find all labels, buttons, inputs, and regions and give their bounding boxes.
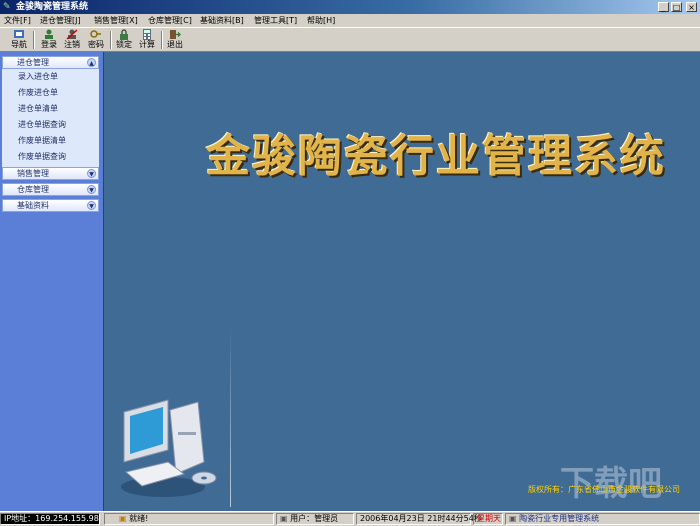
sidebar-item-inbound-list[interactable]: 进仓单清单 xyxy=(18,104,58,114)
lock-icon xyxy=(120,29,128,40)
status-user: ▣ 用户：管理员 xyxy=(276,513,354,525)
status-ready: ▣ 就绪! xyxy=(104,513,274,525)
logout-user-icon xyxy=(66,29,78,40)
toolbar: 导航 登录 注销 密码 锁定 计算 退出 xyxy=(0,27,700,52)
menu-inbound[interactable]: 进仓管理[J] xyxy=(40,15,81,26)
sidebar-item-void-list[interactable]: 作废单据清单 xyxy=(18,136,66,146)
sidebar-group-inbound-items: 录入进仓单 作废进仓单 进仓单清单 进仓单据查询 作废单据清单 作废单据查询 xyxy=(2,69,99,167)
status-product: ▣ 陶瓷行业专用管理系统 xyxy=(505,513,700,525)
sidebar-group-label: 销售管理 xyxy=(17,169,49,178)
toolbar-label: 导航 xyxy=(11,40,27,49)
system-heading: 金骏陶瓷行业管理系统 xyxy=(206,131,666,182)
status-datetime: 2006年04月23日 21时44分54秒 xyxy=(356,513,482,525)
sidebar-item-enter-inbound[interactable]: 录入进仓单 xyxy=(18,72,58,82)
toolbar-separator xyxy=(110,31,112,49)
sidebar-group-label: 进仓管理 xyxy=(17,58,49,67)
toolbar-label: 注销 xyxy=(64,40,80,49)
menu-file[interactable]: 文件[F] xyxy=(4,15,31,26)
chevron-down-icon[interactable]: ▼ xyxy=(87,169,96,178)
minimize-button[interactable]: _ xyxy=(658,2,669,12)
toolbar-label: 登录 xyxy=(41,40,57,49)
sidebar-item-void-query[interactable]: 作废单据查询 xyxy=(18,152,66,162)
menu-tools[interactable]: 管理工具[T] xyxy=(254,15,297,26)
sidebar: 进仓管理 ▲ 录入进仓单 作废进仓单 进仓单清单 进仓单据查询 作废单据清单 作… xyxy=(0,52,104,511)
toolbar-separator xyxy=(161,31,163,49)
menu-sales[interactable]: 销售管理[X] xyxy=(94,15,138,26)
toolbar-logout-button[interactable]: 注销 xyxy=(61,29,83,51)
menu-basic-data[interactable]: 基础资料[B] xyxy=(200,15,244,26)
status-ip: IP地址：169.254.155.98 xyxy=(0,513,100,525)
toolbar-label: 锁定 xyxy=(116,40,132,49)
computer-illustration xyxy=(121,399,217,497)
status-product-text: 陶瓷行业专用管理系统 xyxy=(519,514,600,523)
main-workspace: 金骏陶瓷行业管理系统 下载吧 版权所有：广东省佛山市金骏软件有限公司 xyxy=(104,52,700,511)
sidebar-group-basic-data[interactable]: 基础资料 ▼ xyxy=(2,199,99,212)
password-icon xyxy=(90,30,101,38)
status-weekday: 星期天 xyxy=(473,513,503,525)
watermark-logo: 下载吧 xyxy=(560,464,662,504)
sidebar-group-sales[interactable]: 销售管理 ▼ xyxy=(2,167,99,180)
menu-warehouse[interactable]: 仓库管理[C] xyxy=(148,15,192,26)
decorative-line xyxy=(230,327,231,507)
window-title: 金骏陶瓷管理系统 xyxy=(16,2,89,12)
toolbar-label: 密码 xyxy=(88,40,104,49)
status-ready-text: 就绪! xyxy=(129,514,149,523)
sidebar-item-void-inbound[interactable]: 作废进仓单 xyxy=(18,88,58,98)
status-icon: ▣ xyxy=(119,514,130,523)
status-user-text: 用户：管理员 xyxy=(290,514,339,523)
chevron-up-icon[interactable]: ▲ xyxy=(87,58,96,67)
sidebar-group-label: 基础资料 xyxy=(17,201,49,210)
sidebar-item-inbound-query[interactable]: 进仓单据查询 xyxy=(18,120,66,130)
calculator-icon xyxy=(143,29,151,40)
sidebar-group-warehouse[interactable]: 仓库管理 ▼ xyxy=(2,183,99,196)
navigation-icon xyxy=(14,30,24,38)
maximize-button[interactable]: □ xyxy=(671,2,682,12)
toolbar-exit-button[interactable]: 退出 xyxy=(164,29,186,51)
toolbar-login-button[interactable]: 登录 xyxy=(38,29,60,51)
copyright-text: 版权所有：广东省佛山市金骏软件有限公司 xyxy=(528,485,680,494)
toolbar-password-button[interactable]: 密码 xyxy=(85,29,107,51)
toolbar-lock-button[interactable]: 锁定 xyxy=(113,29,135,51)
menu-bar: 文件[F] 进仓管理[J] 销售管理[X] 仓库管理[C] 基础资料[B] 管理… xyxy=(0,14,700,27)
login-icon xyxy=(45,29,53,39)
sidebar-group-inbound[interactable]: 进仓管理 ▲ xyxy=(2,56,99,69)
sidebar-group-label: 仓库管理 xyxy=(17,185,49,194)
title-bar: ✎ 金骏陶瓷管理系统 _ □ × xyxy=(0,0,700,14)
toolbar-calculator-button[interactable]: 计算 xyxy=(136,29,158,51)
toolbar-label: 退出 xyxy=(167,40,183,49)
toolbar-separator xyxy=(33,31,35,49)
user-icon: ▣ xyxy=(280,514,291,523)
chevron-down-icon[interactable]: ▼ xyxy=(87,185,96,194)
status-bar: IP地址：169.254.155.98 ▣ 就绪! ▣ 用户：管理员 2006年… xyxy=(0,511,700,526)
toolbar-navigation-button[interactable]: 导航 xyxy=(8,29,30,51)
close-button[interactable]: × xyxy=(686,2,697,12)
menu-help[interactable]: 帮助[H] xyxy=(307,15,335,26)
product-icon: ▣ xyxy=(509,514,520,523)
chevron-down-icon[interactable]: ▼ xyxy=(87,201,96,210)
app-icon: ✎ xyxy=(3,2,11,12)
exit-icon xyxy=(170,30,181,39)
toolbar-label: 计算 xyxy=(139,40,155,49)
